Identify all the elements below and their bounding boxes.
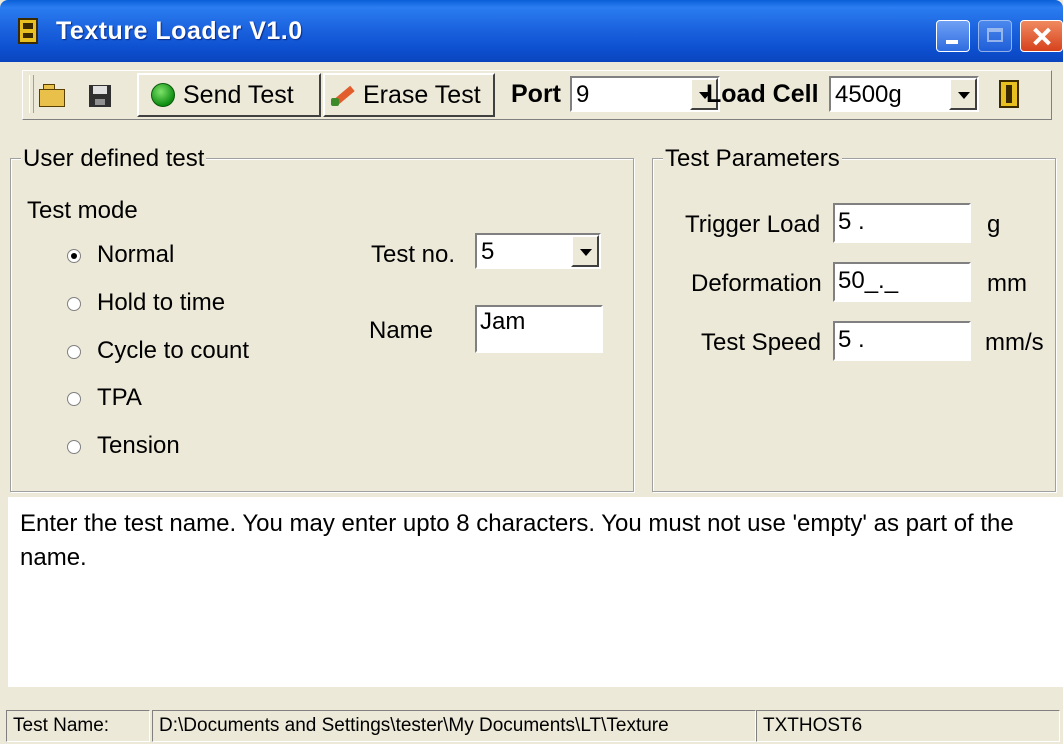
load-cell-select[interactable]: 4500g	[829, 76, 979, 112]
user-test-group-title: User defined test	[21, 145, 207, 173]
deformation-label: Deformation	[691, 270, 822, 297]
test-speed-unit: mm/s	[985, 329, 1044, 356]
minimize-button[interactable]	[936, 20, 970, 52]
test-parameters-group: Test Parameters Trigger Load 5 . g Defor…	[652, 145, 1056, 492]
test-no-label: Test no.	[371, 241, 456, 268]
name-label: Name	[369, 317, 434, 344]
radio-normal-label[interactable]: Normal	[97, 241, 174, 269]
toolbar: Send Test Erase Test Port 9 Load Cell 45…	[22, 70, 1052, 120]
toolbar-grip	[29, 75, 34, 113]
radio-normal[interactable]	[67, 249, 81, 263]
open-folder-icon[interactable]	[39, 81, 69, 109]
chevron-down-icon[interactable]	[571, 235, 599, 267]
radio-tension[interactable]	[67, 440, 81, 454]
radio-tpa-label[interactable]: TPA	[97, 384, 142, 412]
test-no-select[interactable]: 5	[475, 233, 601, 269]
test-params-group-title: Test Parameters	[663, 145, 842, 173]
load-cell-label: Load Cell	[706, 80, 819, 108]
send-test-button[interactable]: Send Test	[137, 73, 321, 117]
maximize-button[interactable]	[978, 20, 1012, 52]
radio-hold-to-time-label[interactable]: Hold to time	[97, 289, 225, 317]
deformation-input[interactable]: 50_._	[833, 262, 971, 302]
close-button[interactable]	[1020, 20, 1063, 52]
status-path: D:\Documents and Settings\tester\My Docu…	[152, 710, 756, 742]
deformation-unit: mm	[987, 270, 1027, 297]
port-label: Port	[511, 80, 561, 108]
app-icon	[18, 18, 38, 44]
save-disk-icon[interactable]	[87, 81, 117, 109]
go-icon	[151, 83, 175, 107]
test-no-value: 5	[481, 238, 495, 265]
status-test-name: Test Name:	[6, 710, 150, 742]
radio-tension-label[interactable]: Tension	[97, 432, 180, 460]
title-bar[interactable]: Texture Loader V1.0	[0, 0, 1063, 62]
test-mode-label: Test mode	[27, 197, 138, 224]
erase-test-label: Erase Test	[363, 81, 481, 109]
app-window: Texture Loader V1.0 Send Test Erase Test…	[0, 0, 1063, 744]
exit-door-icon[interactable]	[999, 80, 1019, 108]
port-value: 9	[576, 81, 590, 108]
port-select[interactable]: 9	[570, 76, 720, 112]
radio-hold-to-time[interactable]	[67, 297, 81, 311]
trigger-load-input[interactable]: 5 .	[833, 203, 971, 243]
test-speed-label: Test Speed	[701, 329, 822, 356]
status-host: TXTHOST6	[756, 710, 1060, 742]
erase-test-button[interactable]: Erase Test	[323, 73, 495, 117]
help-text-area: Enter the test name. You may enter upto …	[8, 497, 1063, 687]
trigger-load-unit: g	[987, 211, 1001, 238]
radio-cycle-to-count[interactable]	[67, 345, 81, 359]
radio-tpa[interactable]	[67, 392, 81, 406]
chevron-down-icon[interactable]	[949, 78, 977, 110]
trigger-load-label: Trigger Load	[685, 211, 821, 238]
user-defined-test-group: User defined test Test mode Normal Hold …	[10, 145, 634, 492]
test-speed-input[interactable]: 5 .	[833, 321, 971, 361]
status-bar: Test Name: D:\Documents and Settings\tes…	[0, 706, 1063, 744]
eraser-pencil-icon	[331, 84, 355, 106]
name-input[interactable]: Jam	[475, 305, 603, 353]
send-test-label: Send Test	[183, 81, 294, 109]
load-cell-value: 4500g	[835, 81, 902, 108]
window-title: Texture Loader V1.0	[56, 17, 303, 45]
radio-cycle-to-count-label[interactable]: Cycle to count	[97, 337, 249, 365]
